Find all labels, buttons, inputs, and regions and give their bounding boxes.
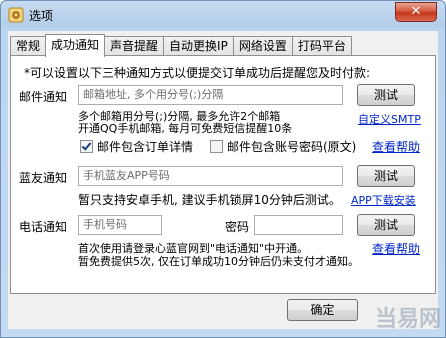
bluefriend-test-button[interactable]: 测试	[357, 165, 415, 187]
custom-smtp-link[interactable]: 自定义SMTP	[358, 111, 421, 127]
options-dialog: 选项 ✕ 常规 成功通知 声音提醒 自动更换IP 网络设置 打码平台 *可以设置…	[0, 0, 446, 338]
dialog-client-area: 常规 成功通知 声音提醒 自动更换IP 网络设置 打码平台 *可以设置以下三种通…	[8, 31, 438, 329]
tab-auto-change-ip[interactable]: 自动更换IP	[163, 36, 234, 56]
bluefriend-label: 蓝友通知	[19, 171, 68, 185]
email-input[interactable]: 邮箱地址, 多个用分号(;)分隔	[78, 85, 343, 105]
email-label: 邮件通知	[19, 90, 68, 104]
site-watermark: 当易网	[374, 307, 441, 332]
tab-general[interactable]: 常规	[10, 36, 47, 56]
options-app-icon	[8, 7, 24, 23]
close-button[interactable]: ✕	[395, 2, 437, 22]
tab-network-settings[interactable]: 网络设置	[232, 36, 293, 56]
email-details-checkbox[interactable]	[80, 140, 93, 153]
app-download-link[interactable]: APP下载安装	[351, 192, 416, 208]
phone-help-link[interactable]: 查看帮助	[372, 240, 420, 257]
phone-hint-2: 暂免费提供5次, 仅在订单成功10分钟后仍未支付才通知。	[78, 255, 359, 268]
tab-captcha-platform[interactable]: 打码平台	[291, 36, 352, 56]
email-help-link[interactable]: 查看帮助	[372, 138, 420, 155]
email-test-button[interactable]: 测试	[357, 84, 415, 106]
email-details-label[interactable]: 邮件包含订单详情	[97, 138, 193, 155]
email-password-label[interactable]: 邮件包含账号密码(原文)	[227, 138, 356, 155]
email-password-checkbox[interactable]	[210, 140, 223, 153]
phone-label: 电话通知	[19, 220, 68, 234]
phone-number-input[interactable]: 手机号码	[78, 215, 162, 235]
tab-strip: 常规 成功通知 声音提醒 自动更换IP 网络设置 打码平台	[10, 34, 352, 57]
bluefriend-input[interactable]: 手机蓝友APP号码	[78, 166, 343, 186]
tab-sound-alert[interactable]: 声音提醒	[104, 36, 165, 56]
bluefriend-hint: 暂只支持安卓手机, 建议手机锁屏10分钟后测试。	[78, 193, 341, 207]
tab-success-notify[interactable]: 成功通知	[45, 34, 106, 57]
phone-password-input[interactable]	[254, 215, 343, 235]
phone-password-label: 密码	[225, 220, 250, 234]
close-icon: ✕	[410, 4, 422, 19]
title-bar[interactable]: 选项 ✕	[1, 1, 445, 28]
email-hint-2: 开通QQ手机邮箱, 每月可免费短信提醒10条	[78, 122, 293, 135]
phone-test-button[interactable]: 测试	[357, 214, 415, 236]
success-notify-panel: *可以设置以下三种通知方式以便提交订单成功后提醒您及时付款: 邮件通知 邮箱地址…	[10, 55, 436, 294]
window-title: 选项	[29, 9, 54, 23]
notice-text: *可以设置以下三种通知方式以便提交订单成功后提醒您及时付款:	[24, 66, 371, 80]
